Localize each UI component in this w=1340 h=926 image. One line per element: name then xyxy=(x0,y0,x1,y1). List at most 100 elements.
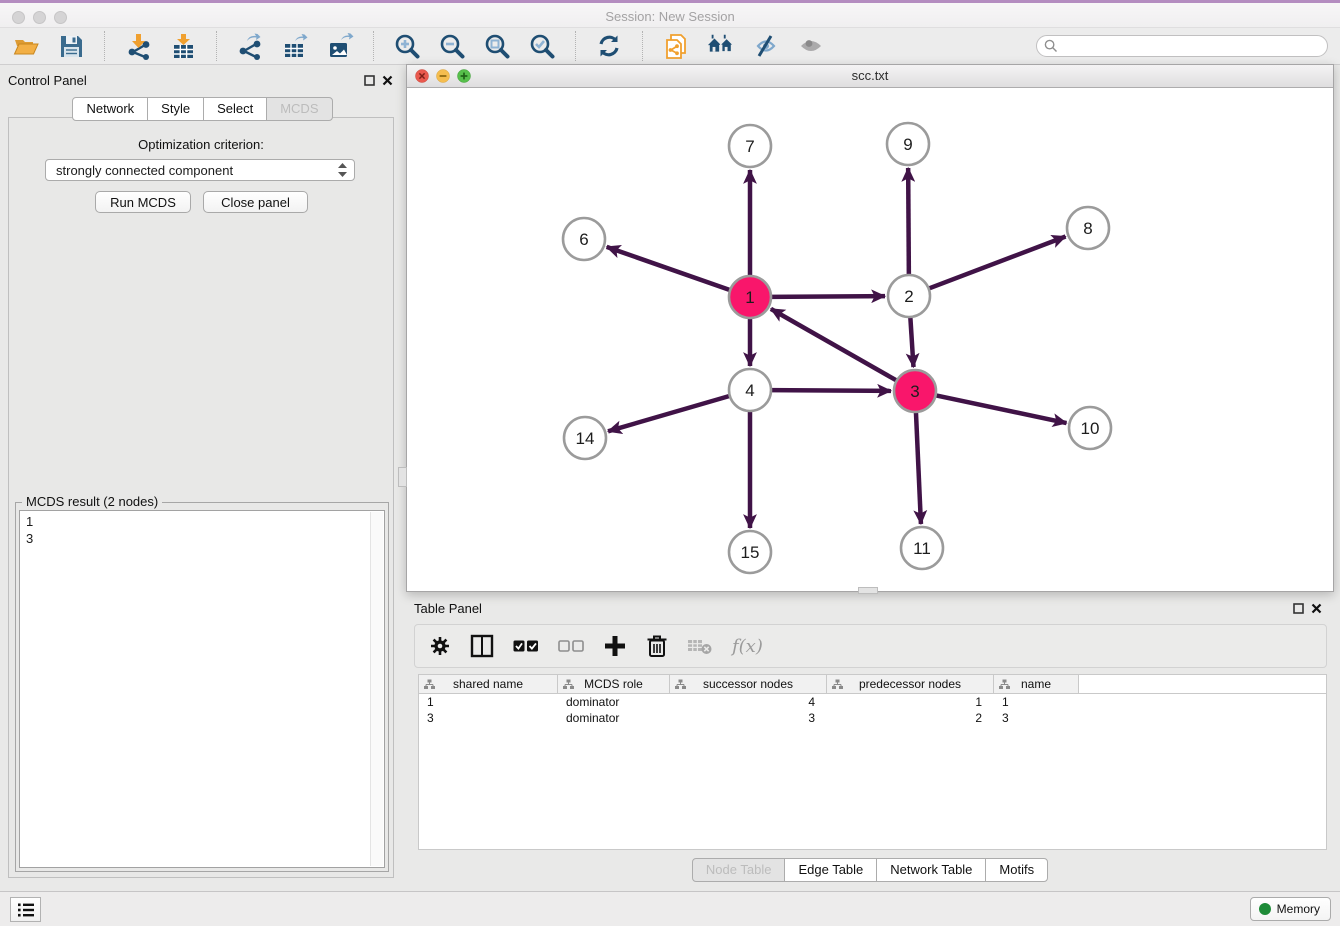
save-session-button[interactable] xyxy=(57,32,85,60)
close-table-panel-icon[interactable] xyxy=(1311,603,1322,614)
node-table-body[interactable]: 1dominator4113dominator323 xyxy=(419,694,1326,726)
node-14[interactable]: 14 xyxy=(564,417,606,459)
toolbar-separator xyxy=(575,31,576,61)
cell-shared-name[interactable]: 1 xyxy=(419,694,558,710)
cell-predecessor-nodes[interactable]: 2 xyxy=(827,710,994,726)
export-network-icon xyxy=(237,33,264,60)
zoom-out-button[interactable] xyxy=(438,32,466,60)
zoom-fit-button[interactable] xyxy=(483,32,511,60)
network-graph[interactable]: 7 9 6 8 1 2 4 3 14 10 15 11 xyxy=(407,88,1333,591)
node-15[interactable]: 15 xyxy=(729,531,771,573)
tab-network[interactable]: Network xyxy=(72,97,148,121)
deselect-all-checkboxes-icon[interactable] xyxy=(558,639,584,653)
first-neighbors-button[interactable] xyxy=(707,32,735,60)
column-settings-gear-icon[interactable] xyxy=(429,635,451,657)
edge-3-11[interactable] xyxy=(916,412,921,524)
edge-2-3[interactable] xyxy=(910,317,913,367)
svg-text:6: 6 xyxy=(579,230,588,249)
cell-MCDS-role[interactable]: dominator xyxy=(558,694,670,710)
tab-network-table[interactable]: Network Table xyxy=(876,858,986,882)
mcds-panel-body: Optimization criterion: strongly connect… xyxy=(8,117,394,878)
export-image-button[interactable] xyxy=(326,32,354,60)
tab-edge-table[interactable]: Edge Table xyxy=(784,858,877,882)
column-header-predecessor-nodes[interactable]: predecessor nodes xyxy=(827,675,994,693)
cell-name[interactable]: 3 xyxy=(994,710,1079,726)
zoom-in-button[interactable] xyxy=(393,32,421,60)
tab-node-table[interactable]: Node Table xyxy=(692,858,786,882)
table-row[interactable]: 1dominator411 xyxy=(419,694,1326,710)
table-row[interactable]: 3dominator323 xyxy=(419,710,1326,726)
task-history-button[interactable] xyxy=(10,897,41,922)
edge-1-2[interactable] xyxy=(771,296,885,297)
list-icon xyxy=(17,902,35,918)
node-table-header[interactable]: shared nameMCDS rolesuccessor nodesprede… xyxy=(419,675,1326,694)
cell-successor-nodes[interactable]: 4 xyxy=(670,694,827,710)
tab-style[interactable]: Style xyxy=(147,97,204,121)
close-panel-icon[interactable] xyxy=(382,75,393,86)
export-network-button[interactable] xyxy=(236,32,264,60)
export-table-button[interactable] xyxy=(281,32,309,60)
select-all-checkboxes-icon[interactable] xyxy=(513,639,539,653)
cell-shared-name[interactable]: 3 xyxy=(419,710,558,726)
svg-text:14: 14 xyxy=(576,429,595,448)
edge-4-14[interactable] xyxy=(608,396,730,431)
cell-predecessor-nodes[interactable]: 1 xyxy=(827,694,994,710)
mcds-result-text[interactable]: 1 3 xyxy=(19,510,385,868)
memory-status-dot xyxy=(1259,903,1271,915)
column-header-shared-name[interactable]: shared name xyxy=(419,675,558,693)
edge-3-1[interactable] xyxy=(771,309,897,381)
optimization-criterion-label: Optimization criterion: xyxy=(9,137,393,152)
node-table[interactable]: shared nameMCDS rolesuccessor nodesprede… xyxy=(418,674,1327,850)
open-session-button[interactable] xyxy=(12,32,40,60)
node-6[interactable]: 6 xyxy=(563,218,605,260)
tab-mcds[interactable]: MCDS xyxy=(266,97,332,121)
criterion-dropdown[interactable]: strongly connected component xyxy=(45,159,355,181)
node-3[interactable]: 3 xyxy=(894,370,936,412)
node-4[interactable]: 4 xyxy=(729,369,771,411)
edge-1-6[interactable] xyxy=(607,247,731,290)
edge-2-9[interactable] xyxy=(908,168,909,275)
cell-successor-nodes[interactable]: 3 xyxy=(670,710,827,726)
svg-text:9: 9 xyxy=(903,135,912,154)
new-network-from-selection-button[interactable] xyxy=(662,32,690,60)
node-10[interactable]: 10 xyxy=(1069,407,1111,449)
cell-MCDS-role[interactable]: dominator xyxy=(558,710,670,726)
column-header-name[interactable]: name xyxy=(994,675,1079,693)
node-2[interactable]: 2 xyxy=(888,275,930,317)
float-panel-icon[interactable] xyxy=(364,75,375,86)
node-11[interactable]: 11 xyxy=(901,527,943,569)
refresh-layout-button[interactable] xyxy=(595,32,623,60)
vertical-split-grip[interactable] xyxy=(398,467,407,487)
network-canvas[interactable]: 7 9 6 8 1 2 4 3 14 10 15 11 xyxy=(407,88,1333,591)
float-table-panel-icon[interactable] xyxy=(1293,603,1304,614)
column-header-successor-nodes[interactable]: successor nodes xyxy=(670,675,827,693)
delete-row-trash-icon[interactable] xyxy=(646,634,668,658)
app-titlebar: Session: New Session xyxy=(0,0,1340,28)
tab-motifs[interactable]: Motifs xyxy=(985,858,1048,882)
show-all-button[interactable] xyxy=(797,32,825,60)
zoom-selected-button[interactable] xyxy=(528,32,556,60)
run-mcds-button[interactable]: Run MCDS xyxy=(95,191,191,213)
node-1[interactable]: 1 xyxy=(729,276,771,318)
horizontal-split-grip[interactable] xyxy=(858,587,878,594)
close-panel-button[interactable]: Close panel xyxy=(203,191,308,213)
import-table-button[interactable] xyxy=(169,32,197,60)
search-input[interactable] xyxy=(1036,35,1328,57)
network-window-titlebar[interactable]: scc.txt xyxy=(407,65,1333,88)
result-scrollbar[interactable] xyxy=(370,512,383,866)
node-9[interactable]: 9 xyxy=(887,123,929,165)
delete-table-icon xyxy=(687,637,713,655)
edge-3-10[interactable] xyxy=(936,395,1067,423)
cell-name[interactable]: 1 xyxy=(994,694,1079,710)
hide-selected-button[interactable] xyxy=(752,32,780,60)
add-row-icon[interactable] xyxy=(603,634,627,658)
memory-button[interactable]: Memory xyxy=(1250,897,1331,921)
column-header-MCDS-role[interactable]: MCDS role xyxy=(558,675,670,693)
toggle-panes-icon[interactable] xyxy=(470,634,494,658)
node-7[interactable]: 7 xyxy=(729,125,771,167)
edge-2-8[interactable] xyxy=(929,237,1066,289)
node-8[interactable]: 8 xyxy=(1067,207,1109,249)
tab-select[interactable]: Select xyxy=(203,97,267,121)
import-network-button[interactable] xyxy=(124,32,152,60)
edge-4-3[interactable] xyxy=(771,390,891,391)
